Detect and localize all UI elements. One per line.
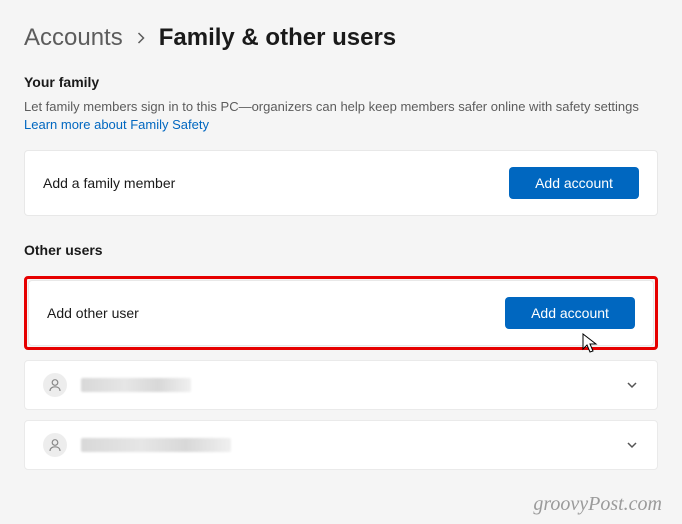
learn-more-family-safety-link[interactable]: Learn more about Family Safety: [24, 117, 209, 132]
other-users-section: Other users Add other user Add account: [24, 242, 658, 470]
redacted-username: [81, 378, 191, 392]
redacted-username: [81, 438, 231, 452]
add-other-user-card: Add other user Add account: [28, 280, 654, 346]
add-family-account-button[interactable]: Add account: [509, 167, 639, 199]
breadcrumb-parent[interactable]: Accounts: [24, 24, 123, 52]
family-section: Your family Let family members sign in t…: [24, 74, 658, 216]
family-desc-text: Let family members sign in to this PC—or…: [24, 99, 639, 114]
highlight-annotation: Add other user Add account: [24, 276, 658, 350]
chevron-down-icon: [625, 438, 639, 452]
add-other-user-label: Add other user: [47, 305, 139, 321]
add-family-member-label: Add a family member: [43, 175, 175, 191]
family-section-title: Your family: [24, 74, 658, 90]
user-account-row[interactable]: [24, 360, 658, 410]
add-other-account-button[interactable]: Add account: [505, 297, 635, 329]
person-icon: [48, 378, 62, 392]
breadcrumb: Accounts Family & other users: [24, 24, 658, 52]
other-users-section-title: Other users: [24, 242, 658, 258]
add-family-member-card: Add a family member Add account: [24, 150, 658, 216]
watermark: groovyPost.com: [533, 493, 662, 516]
user-account-row[interactable]: [24, 420, 658, 470]
avatar: [43, 433, 67, 457]
family-section-desc: Let family members sign in to this PC—or…: [24, 98, 658, 134]
avatar: [43, 373, 67, 397]
chevron-down-icon: [625, 378, 639, 392]
person-icon: [48, 438, 62, 452]
chevron-right-icon: [135, 32, 147, 44]
breadcrumb-current: Family & other users: [159, 24, 396, 52]
